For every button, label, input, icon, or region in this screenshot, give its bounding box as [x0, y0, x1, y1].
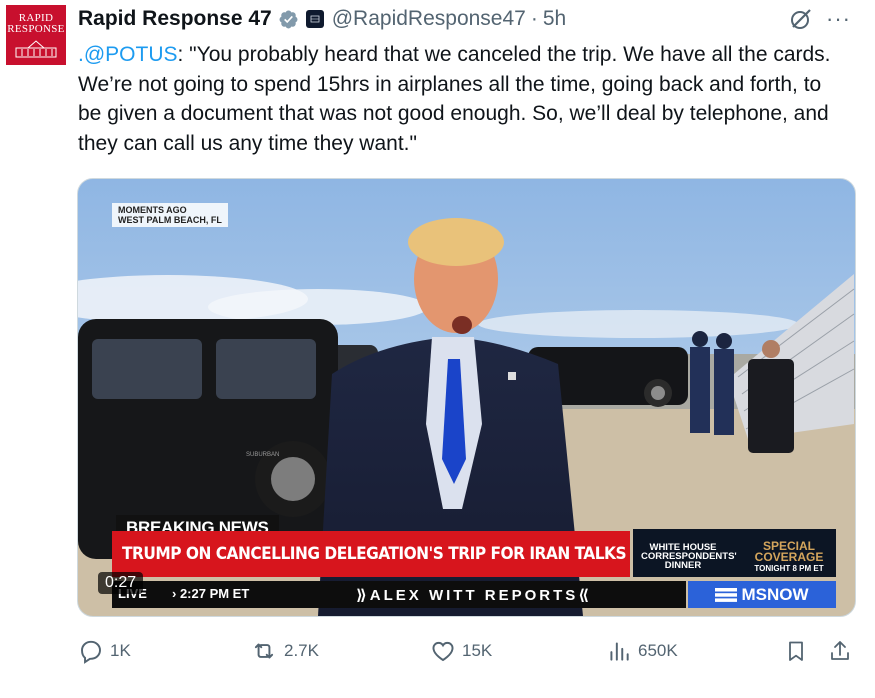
show-title: ⟫ALEX WITT REPORTS⟪: [356, 587, 593, 604]
share-button[interactable]: [828, 638, 858, 664]
views-icon: [610, 642, 629, 661]
tweet-header: Rapid Response 47 @RapidResponse47 · 5h: [78, 5, 566, 33]
grok-icon[interactable]: [789, 7, 813, 36]
action-bar: 1K 2.7K 15K 650K: [78, 638, 856, 666]
reply-button[interactable]: 1K: [78, 638, 131, 664]
user-handle[interactable]: @RapidResponse47: [332, 7, 526, 31]
whcd-title: WHITE HOUSE CORRESPONDENTS' DINNER: [641, 542, 737, 571]
separator-dot: ·: [530, 7, 538, 30]
live-time: › 2:27 PM ET: [172, 586, 250, 601]
special-coverage-label: SPECIAL COVERAGE: [754, 539, 824, 564]
reply-icon: [81, 640, 101, 664]
bookmark-button[interactable]: [784, 638, 814, 664]
avatar-line2: RESPONSE: [7, 22, 65, 35]
lower-ticker: LIVE › 2:27 PM ET ⟫ALEX WITT REPORTS⟪: [112, 581, 686, 608]
avatar[interactable]: RAPID RESPONSE: [6, 5, 66, 65]
bookmark-icon: [789, 641, 803, 661]
avatar-line1: RAPID: [18, 11, 54, 24]
location-label: WEST PALM BEACH, FL: [118, 215, 222, 225]
network-name: MSNOW: [741, 584, 809, 604]
special-coverage-promo: WHITE HOUSE CORRESPONDENTS' DINNER SPECI…: [633, 529, 836, 577]
affiliate-badge-icon[interactable]: [305, 10, 324, 28]
headline-banner: TRUMP ON CANCELLING DELEGATION'S TRIP FO…: [112, 531, 630, 577]
tweet-body: : "You probably heard that we canceled t…: [78, 43, 831, 155]
white-house-icon: [15, 39, 57, 57]
reply-count: 1K: [110, 641, 131, 660]
timestamp[interactable]: 5h: [543, 7, 566, 31]
tweet-text: .@POTUS: "You probably heard that we can…: [78, 40, 848, 158]
verified-badge-icon[interactable]: [278, 9, 299, 30]
heart-icon: [432, 641, 454, 662]
network-logo: MSNOW: [688, 581, 836, 608]
mention-link[interactable]: .@POTUS: [78, 43, 178, 66]
location-caption: MOMENTS AGO WEST PALM BEACH, FL: [112, 203, 228, 227]
suv-badge: SUBURBAN: [246, 452, 279, 458]
repost-count: 2.7K: [284, 641, 319, 660]
tonight-label: TONIGHT 8 PM ET: [754, 564, 824, 573]
share-icon: [831, 641, 849, 660]
display-name[interactable]: Rapid Response 47: [78, 7, 272, 31]
video-player[interactable]: SUBURBAN MOMENTS AGO WEST PALM BEACH, FL…: [77, 178, 856, 617]
video-duration: 0:27: [98, 572, 144, 594]
more-options-icon[interactable]: ···: [826, 6, 851, 32]
repost-button[interactable]: 2.7K: [250, 638, 319, 664]
moments-ago-label: MOMENTS AGO: [118, 205, 187, 215]
repost-icon: [254, 643, 274, 659]
view-count: 650K: [638, 641, 678, 660]
like-count: 15K: [462, 641, 493, 660]
views-button[interactable]: 650K: [606, 638, 678, 664]
like-button[interactable]: 15K: [430, 638, 492, 664]
msnow-logo-icon: [715, 587, 738, 602]
